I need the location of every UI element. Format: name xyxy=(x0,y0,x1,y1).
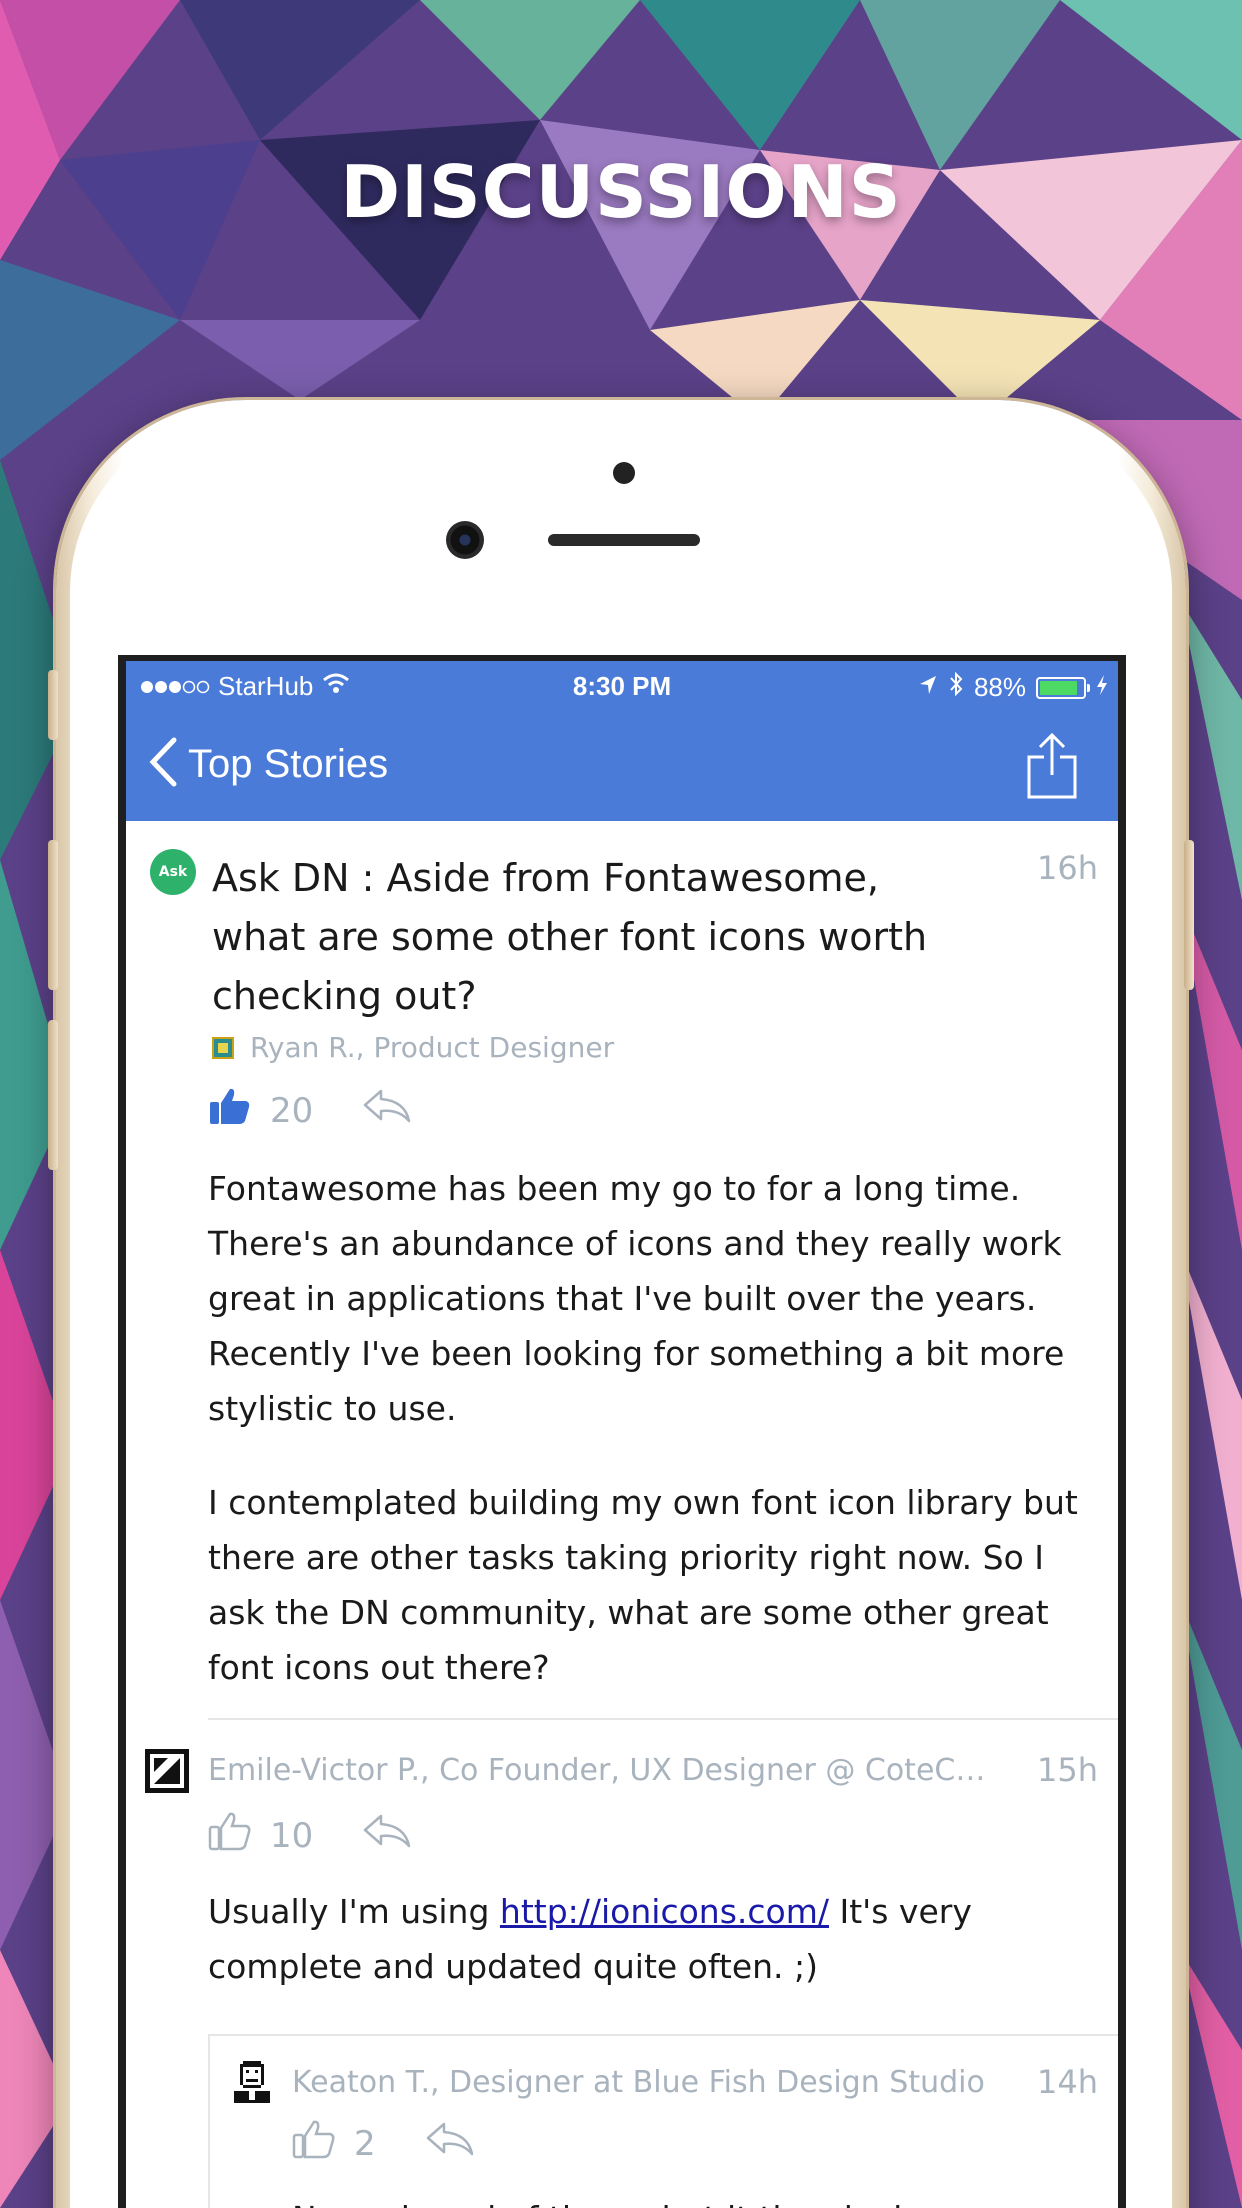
front-camera xyxy=(446,521,484,559)
mute-switch xyxy=(48,670,58,740)
volume-up-button xyxy=(48,840,58,990)
reply-body-partial: Never heard of these, but it they look xyxy=(292,2191,1072,2208)
thumbs-up-filled-icon[interactable] xyxy=(208,1086,252,1135)
reply-upvote-count: 2 xyxy=(354,2123,376,2164)
post-paragraph-1: Fontawesome has been my go to for a long… xyxy=(208,1169,1065,1428)
back-button-label: Top Stories xyxy=(188,741,389,786)
post-paragraph-2: I contemplated building my own font icon… xyxy=(208,1483,1078,1687)
post-time: 16h xyxy=(1037,849,1098,887)
reply-icon[interactable] xyxy=(424,2120,476,2167)
reply-icon[interactable] xyxy=(361,1812,413,1859)
battery-icon xyxy=(1036,676,1090,699)
earpiece-speaker xyxy=(548,534,700,546)
chevron-left-icon xyxy=(148,737,178,791)
comment-text-before: Usually I'm using xyxy=(208,1892,500,1931)
comment-time: 15h xyxy=(1037,1751,1098,1789)
reply-actions: 2 xyxy=(292,2119,476,2168)
comment-upvote-count: 10 xyxy=(270,1815,314,1856)
reply-icon[interactable] xyxy=(361,1087,413,1134)
post-upvote-count: 20 xyxy=(270,1090,314,1131)
reply-author[interactable]: Keaton T., Designer at Blue Fish Design … xyxy=(292,2065,992,2100)
comment-avatar-icon[interactable] xyxy=(144,1748,190,1798)
pixel-avatar-icon[interactable] xyxy=(228,2058,276,2110)
share-button[interactable] xyxy=(1026,731,1078,805)
navigation-bar: Top Stories xyxy=(126,711,1118,821)
post-actions: 20 xyxy=(208,1086,413,1135)
ask-badge: Ask xyxy=(150,849,196,895)
bluetooth-icon xyxy=(948,671,964,704)
comment-link[interactable]: http://ionicons.com/ xyxy=(500,1892,829,1931)
phone-screen: StarHub 8:30 PM 88% Top Stories Ask Ask … xyxy=(118,655,1126,2208)
reply-time: 14h xyxy=(1037,2063,1098,2101)
battery-level xyxy=(1040,680,1077,695)
comment-divider xyxy=(208,1718,1118,1720)
location-arrow-icon xyxy=(918,672,938,703)
status-bar: StarHub 8:30 PM 88% xyxy=(126,661,1118,711)
thumbs-up-outline-icon[interactable] xyxy=(292,2119,336,2168)
post-header: Ask Ask DN : Aside from Fontawesome, wha… xyxy=(126,821,1118,1161)
volume-down-button xyxy=(48,1020,58,1170)
bolt-icon xyxy=(1096,672,1108,703)
post-author[interactable]: Ryan R., Product Designer xyxy=(212,1031,614,1064)
power-button xyxy=(1184,840,1194,990)
battery-percent: 88% xyxy=(973,672,1026,702)
proximity-sensor xyxy=(613,462,635,484)
discussion-content: Ask Ask DN : Aside from Fontawesome, wha… xyxy=(126,821,1118,2208)
thumbs-up-outline-icon[interactable] xyxy=(208,1811,252,1860)
page-headline: DISCUSSIONS xyxy=(340,150,902,234)
share-icon xyxy=(1026,732,1078,805)
back-button[interactable]: Top Stories xyxy=(148,737,388,791)
comment-actions: 10 xyxy=(208,1811,413,1860)
comment-author[interactable]: Emile-Victor P., Co Founder, UX Designer… xyxy=(208,1753,1018,1788)
post-author-name: Ryan R., Product Designer xyxy=(250,1031,615,1064)
author-badge-icon xyxy=(212,1036,234,1059)
post-title: Ask DN : Aside from Fontawesome, what ar… xyxy=(212,856,928,1018)
comment-body: Usually I'm using http://ionicons.com/ I… xyxy=(208,1884,1048,1994)
